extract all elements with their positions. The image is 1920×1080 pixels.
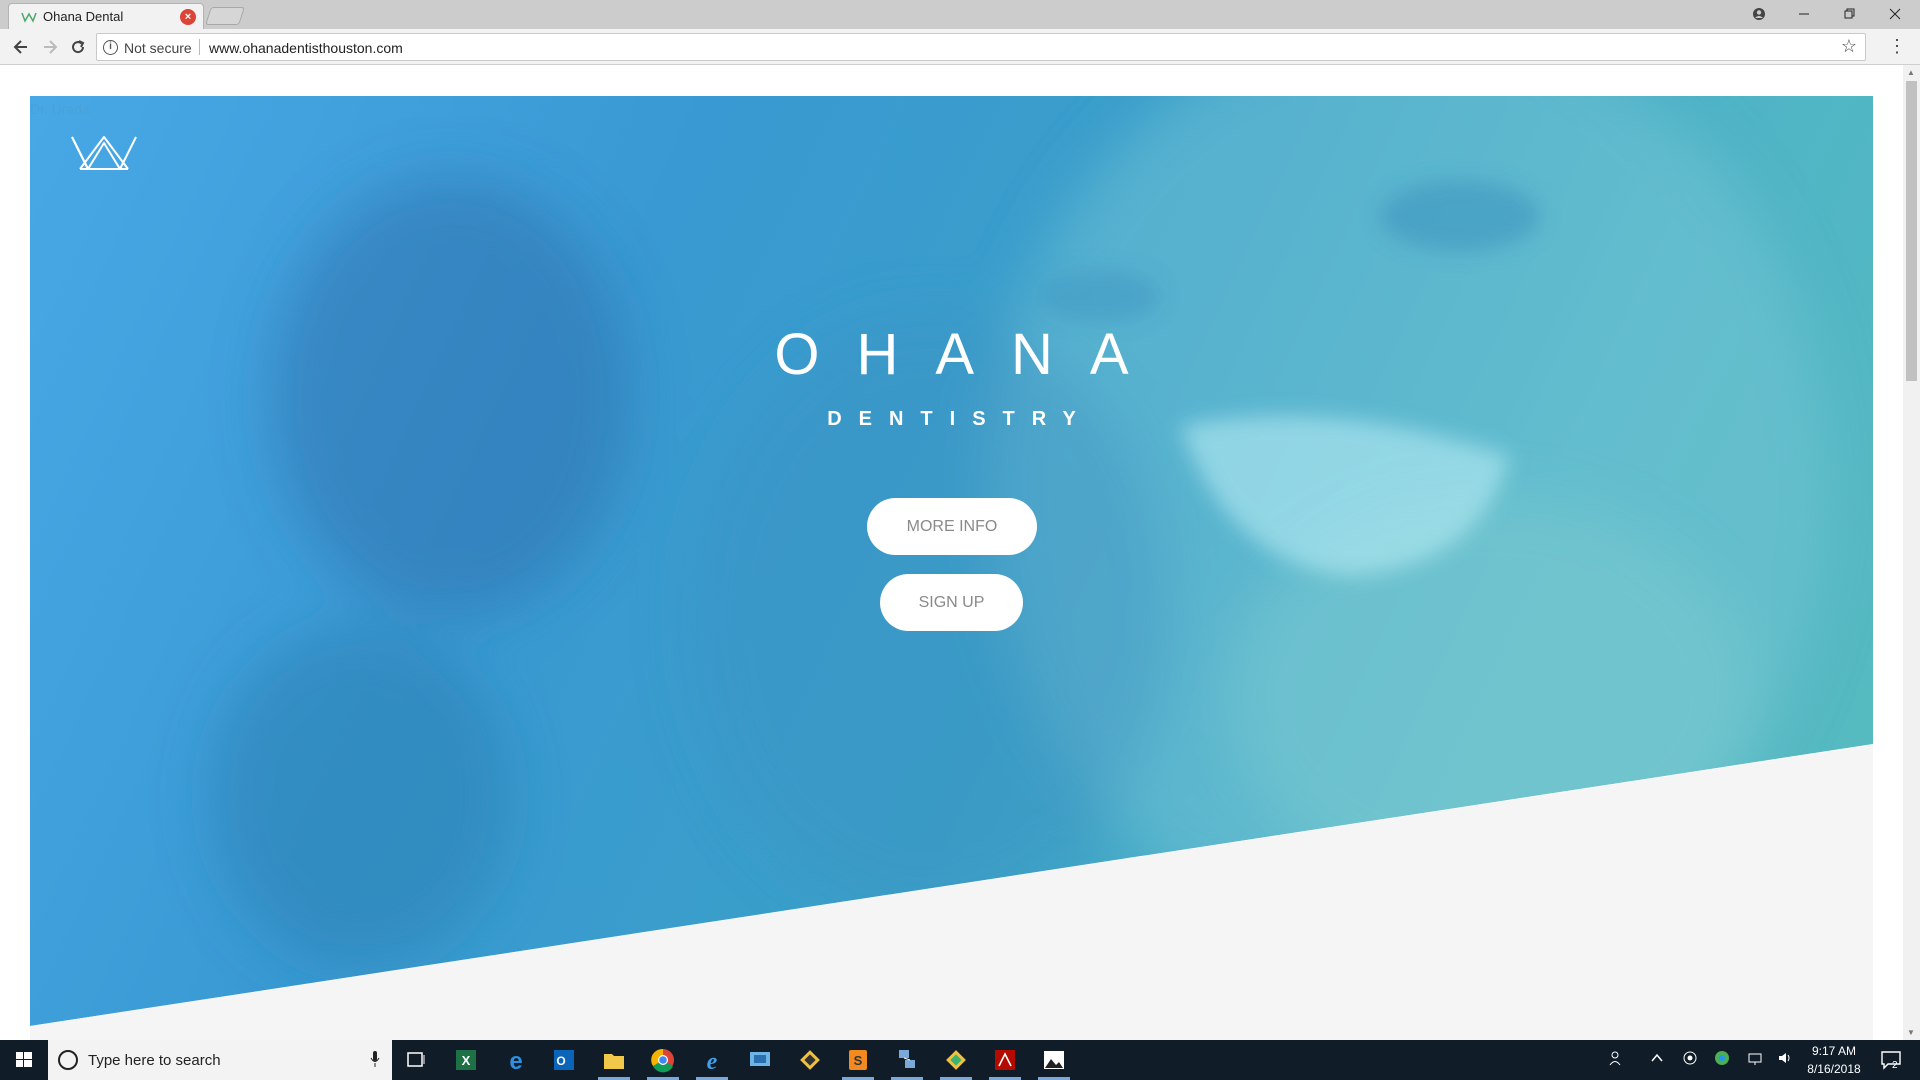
globe-icon[interactable]: [1712, 1050, 1732, 1070]
internet-explorer-icon[interactable]: e: [692, 1044, 732, 1080]
reload-icon[interactable]: [66, 35, 90, 59]
crown-logo-icon[interactable]: [70, 133, 138, 173]
svg-text:X: X: [462, 1053, 471, 1068]
forward-icon[interactable]: [38, 35, 62, 59]
chrome-icon[interactable]: [643, 1044, 683, 1080]
task-view-icon[interactable]: [396, 1044, 436, 1076]
people-icon[interactable]: [1607, 1050, 1627, 1070]
windows-start-icon[interactable]: [0, 1040, 48, 1080]
restore-icon[interactable]: [1827, 0, 1873, 29]
crown-favicon-icon: [21, 12, 37, 23]
info-icon[interactable]: i: [103, 40, 118, 55]
clock-time[interactable]: 9:17 AM: [1804, 1044, 1864, 1058]
cortana-icon[interactable]: [58, 1050, 78, 1070]
tab-close-icon[interactable]: ×: [180, 9, 196, 25]
minimize-icon[interactable]: [1781, 0, 1827, 29]
browser-toolbar: i Not secure www.ohanadentisthouston.com…: [0, 29, 1920, 65]
network-tool-icon[interactable]: [887, 1044, 927, 1080]
excel-icon[interactable]: X: [446, 1044, 486, 1076]
outlook-icon[interactable]: O: [544, 1044, 584, 1076]
svg-text:e: e: [509, 1048, 522, 1075]
svg-text:O: O: [556, 1054, 565, 1068]
security-label[interactable]: Not secure: [124, 40, 192, 56]
acrobat-icon[interactable]: [985, 1044, 1025, 1080]
chevron-up-icon[interactable]: [1647, 1050, 1667, 1070]
sign-up-button[interactable]: SIGN UP: [880, 574, 1023, 631]
brand-subtitle: DENTISTRY: [827, 408, 1093, 430]
page-scrollbar[interactable]: ▲ ▼: [1903, 65, 1920, 1040]
back-icon[interactable]: [9, 35, 33, 59]
scroll-up-icon[interactable]: ▲: [1907, 68, 1915, 77]
remote-desktop-icon[interactable]: [740, 1044, 780, 1076]
browser-tab[interactable]: Ohana Dental ×: [8, 3, 204, 29]
more-info-button[interactable]: MORE INFO: [867, 498, 1037, 555]
volume-icon[interactable]: [1775, 1050, 1795, 1070]
new-tab-button[interactable]: [205, 7, 245, 25]
url-text[interactable]: www.ohanadentisthouston.com: [209, 40, 403, 56]
address-bar[interactable]: i Not secure www.ohanadentisthouston.com…: [96, 33, 1866, 61]
edge-icon[interactable]: e: [496, 1044, 536, 1076]
scroll-down-icon[interactable]: ▼: [1907, 1028, 1915, 1037]
close-window-icon[interactable]: [1872, 0, 1918, 29]
windows-taskbar: Type here to search X e O e S 9:17 AM 8/…: [0, 1040, 1920, 1080]
tab-strip: Ohana Dental ×: [0, 0, 1920, 29]
notification-count: 2: [1892, 1060, 1898, 1071]
page-viewport: Dr. Urada OHANA DENTISTRY MORE INFO SIGN…: [0, 65, 1920, 1040]
brand-title: OHANA: [774, 322, 1166, 387]
sync-icon[interactable]: [1680, 1050, 1700, 1070]
git-icon[interactable]: [790, 1044, 830, 1076]
scroll-thumb[interactable]: [1906, 81, 1917, 381]
file-explorer-icon[interactable]: [594, 1044, 634, 1080]
svg-text:S: S: [854, 1053, 863, 1068]
doctor-name[interactable]: Dr. Urada: [30, 101, 90, 117]
clock-date[interactable]: 8/16/2018: [1800, 1062, 1868, 1076]
network-icon[interactable]: [1745, 1050, 1765, 1070]
tab-title: Ohana Dental: [43, 9, 124, 24]
microphone-icon[interactable]: [370, 1050, 380, 1068]
profile-icon[interactable]: [1736, 0, 1782, 29]
omnibox-divider: [199, 39, 200, 55]
taskbar-search-box[interactable]: Type here to search: [48, 1040, 392, 1080]
bookmark-star-icon[interactable]: ☆: [1841, 36, 1857, 57]
sublime-text-icon[interactable]: S: [838, 1044, 878, 1080]
action-center-icon[interactable]: [1880, 1050, 1902, 1070]
photos-icon[interactable]: [1034, 1044, 1074, 1080]
git-gui-icon[interactable]: [936, 1044, 976, 1080]
svg-text:e: e: [707, 1049, 718, 1075]
search-placeholder[interactable]: Type here to search: [88, 1052, 221, 1069]
browser-menu-icon[interactable]: ⋮: [1888, 37, 1906, 55]
